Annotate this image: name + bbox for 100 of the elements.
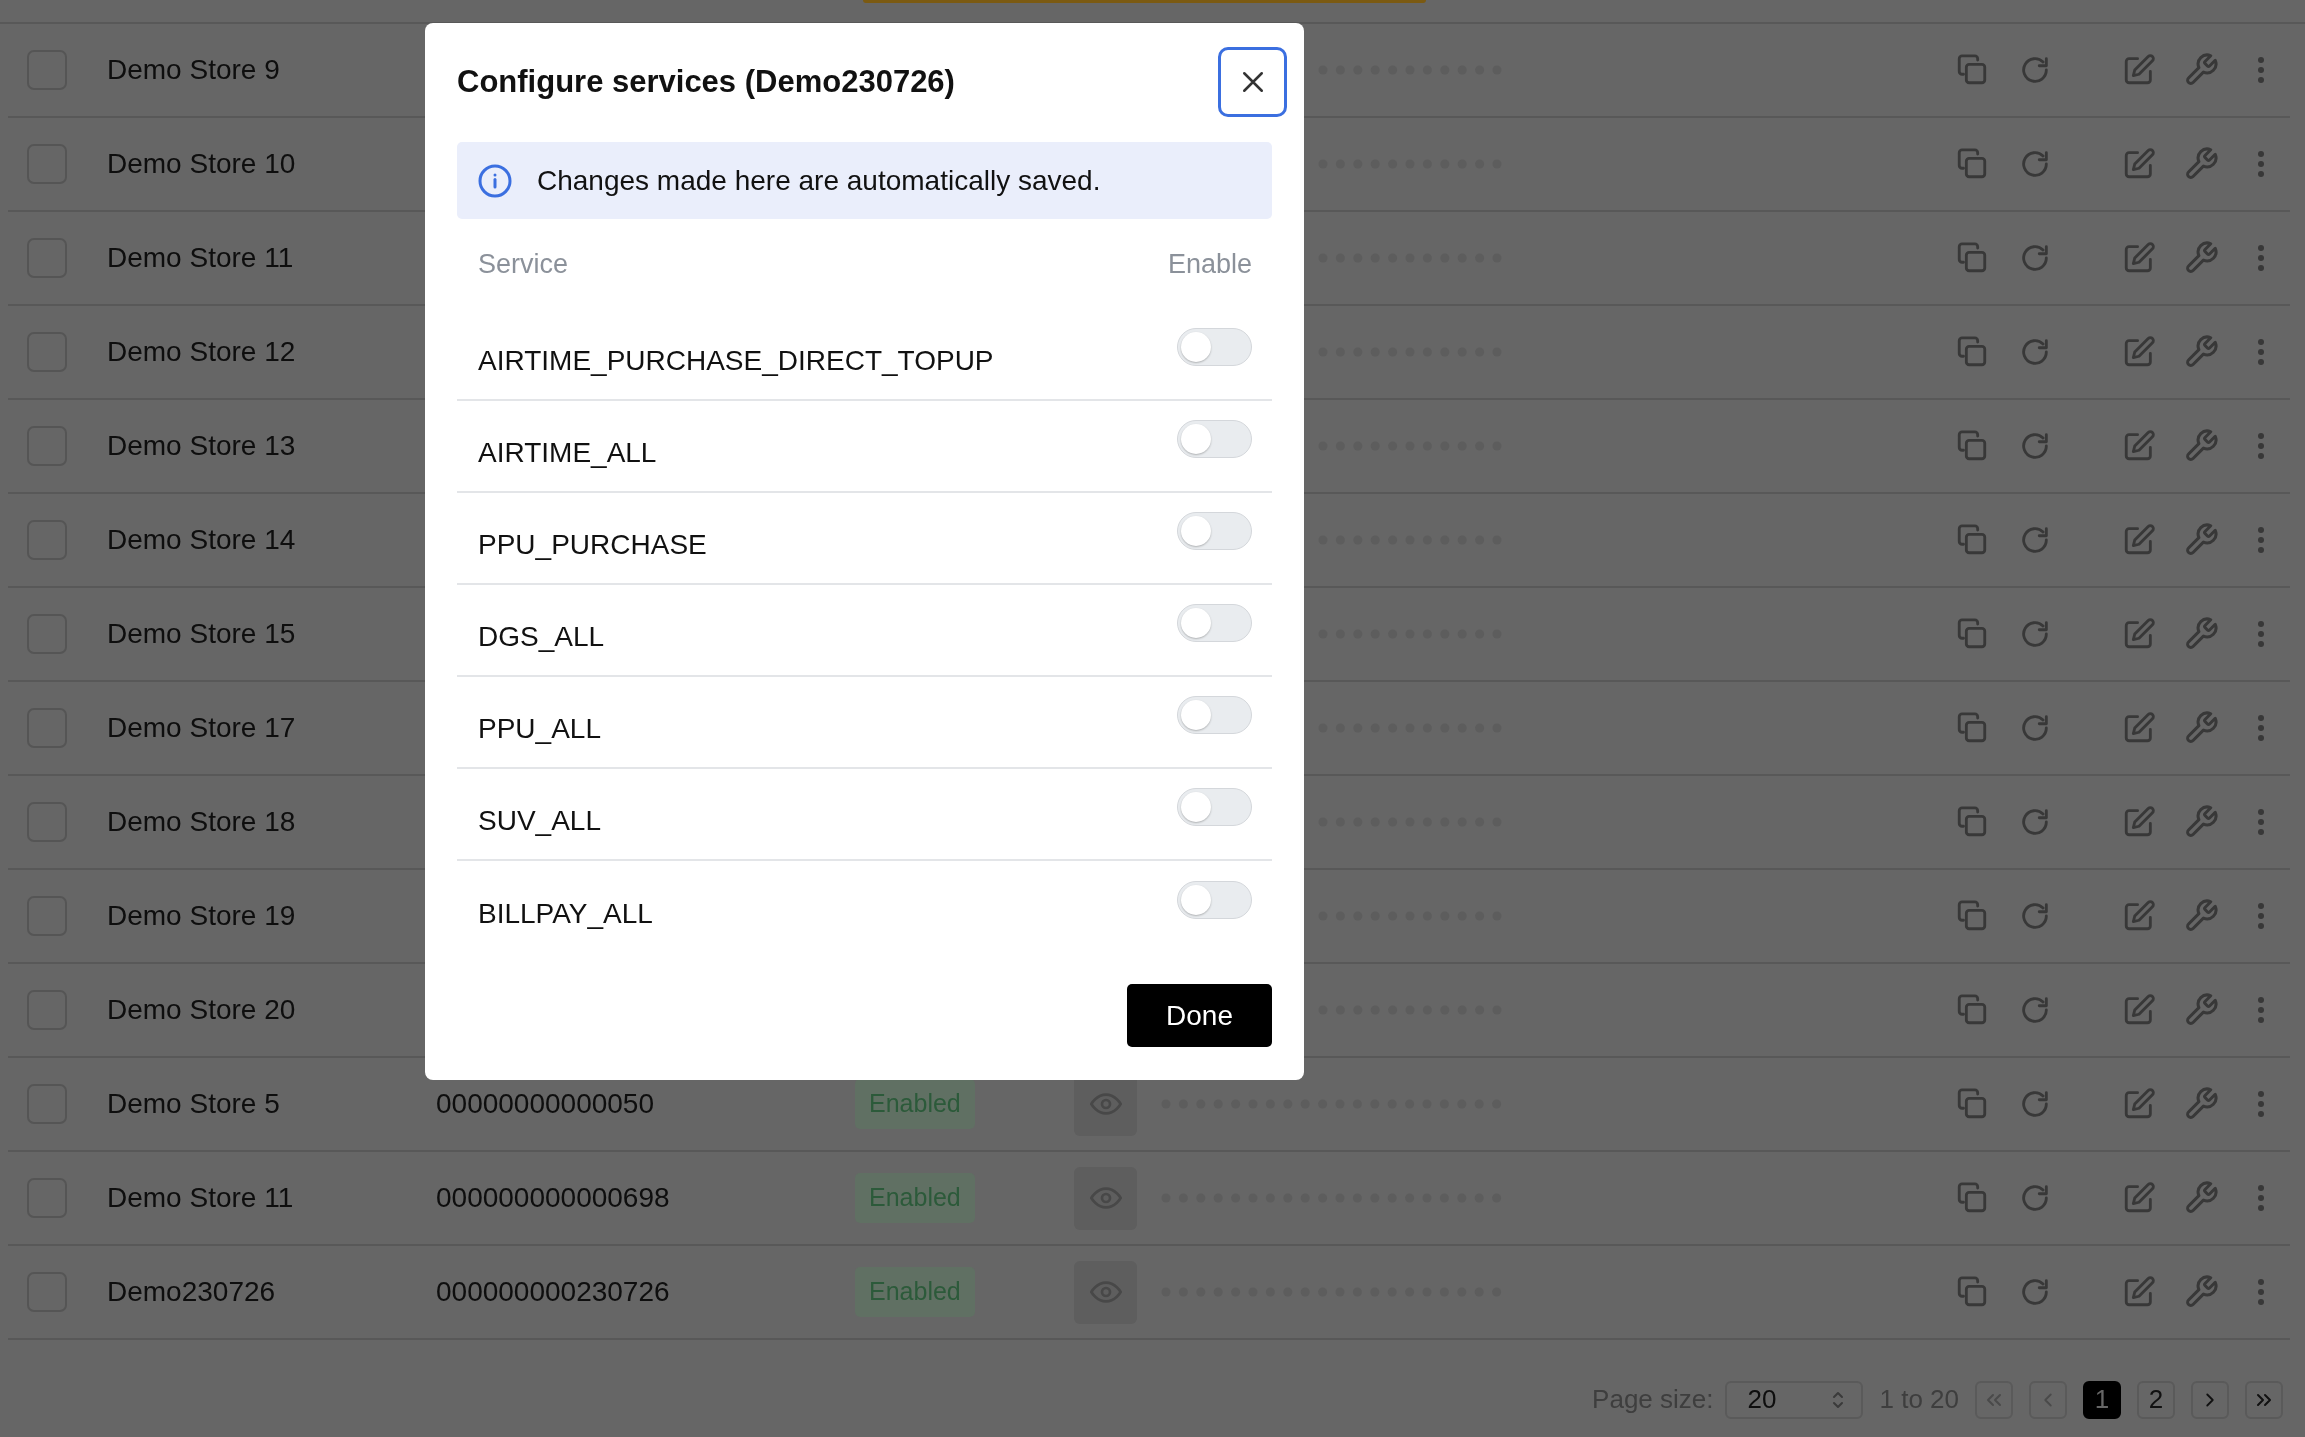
edit-icon[interactable]: [2122, 1087, 2156, 1121]
store-name: Demo Store 5: [107, 1087, 281, 1121]
more-icon[interactable]: [2257, 808, 2265, 836]
more-icon[interactable]: [2257, 150, 2265, 178]
copy-icon[interactable]: [1955, 1275, 1989, 1309]
wrench-icon[interactable]: [2183, 1274, 2219, 1310]
previous-page-button[interactable]: [2029, 1380, 2067, 1419]
wrench-icon[interactable]: [2183, 522, 2219, 558]
more-icon[interactable]: [2257, 526, 2265, 554]
copy-icon[interactable]: [1955, 1181, 1989, 1215]
edit-icon[interactable]: [2122, 899, 2156, 933]
info-icon: [477, 162, 513, 199]
more-icon[interactable]: [2257, 1184, 2265, 1212]
edit-icon[interactable]: [2122, 147, 2156, 181]
modal-title: Configure services (Demo230726): [457, 63, 955, 101]
enable-toggle[interactable]: [1177, 420, 1252, 458]
wrench-icon[interactable]: [2183, 240, 2219, 276]
service-name: SUV_ALL: [478, 804, 601, 838]
store-name: Demo Store 15: [107, 617, 297, 651]
store-name: Demo Store 10: [107, 147, 297, 181]
wrench-icon[interactable]: [2183, 1180, 2219, 1216]
store-name: Demo Store 20: [107, 993, 297, 1027]
enable-toggle[interactable]: [1177, 604, 1252, 642]
wrench-icon[interactable]: [2183, 710, 2219, 746]
enable-toggle[interactable]: [1177, 881, 1252, 919]
copy-icon[interactable]: [1955, 335, 1989, 369]
store-name: Demo Store 17: [107, 711, 297, 745]
copy-icon[interactable]: [1955, 241, 1989, 275]
edit-icon[interactable]: [2122, 1181, 2156, 1215]
enable-toggle[interactable]: [1177, 788, 1252, 826]
enable-toggle[interactable]: [1177, 512, 1252, 550]
store-name: Demo Store 19: [107, 899, 297, 933]
wrench-icon[interactable]: [2183, 898, 2219, 934]
wrench-icon[interactable]: [2183, 146, 2219, 182]
more-icon[interactable]: [2257, 1278, 2265, 1306]
wrench-icon[interactable]: [2183, 428, 2219, 464]
wrench-icon[interactable]: [2183, 334, 2219, 370]
copy-icon[interactable]: [1955, 523, 1989, 557]
info-text: Changes made here are automatically saved.: [537, 163, 1101, 198]
more-icon[interactable]: [2257, 432, 2265, 460]
edit-icon[interactable]: [2122, 335, 2156, 369]
copy-icon[interactable]: [1955, 429, 1989, 463]
store-id: 000000000230726: [436, 1276, 670, 1307]
more-icon[interactable]: [2257, 56, 2265, 84]
service-name: AIRTIME_PURCHASE_DIRECT_TOPUP: [478, 344, 994, 378]
enable-toggle[interactable]: [1177, 328, 1252, 366]
copy-icon[interactable]: [1955, 805, 1989, 839]
next-page-button[interactable]: [2191, 1380, 2229, 1419]
edit-icon[interactable]: [2122, 241, 2156, 275]
more-icon[interactable]: [2257, 1090, 2265, 1118]
service-name: PPU_PURCHASE: [478, 528, 707, 562]
service-name: BILLPAY_ALL: [478, 897, 653, 931]
wrench-icon[interactable]: [2183, 804, 2219, 840]
edit-icon[interactable]: [2122, 523, 2156, 557]
edit-icon[interactable]: [2122, 53, 2156, 87]
store-name: Demo Store 18: [107, 805, 297, 839]
wrench-icon[interactable]: [2183, 616, 2219, 652]
store-name: Demo Store 11: [107, 1181, 295, 1215]
copy-icon[interactable]: [1955, 899, 1989, 933]
page-size-select[interactable]: 20: [1725, 1380, 1864, 1419]
column-header: Service: [478, 247, 569, 281]
last-page-button[interactable]: [2245, 1380, 2283, 1419]
more-icon[interactable]: [2257, 996, 2265, 1024]
copy-icon[interactable]: [1955, 617, 1989, 651]
store-name: Demo Store 12: [107, 335, 297, 369]
service-name: DGS_ALL: [478, 620, 605, 654]
enable-toggle[interactable]: [1177, 696, 1252, 734]
copy-icon[interactable]: [1955, 147, 1989, 181]
store-id: 000000000000698: [436, 1182, 670, 1213]
page-button[interactable]: 2: [2137, 1380, 2175, 1419]
service-name: PPU_ALL: [478, 712, 601, 746]
column-header: Enable: [1167, 247, 1252, 281]
edit-icon[interactable]: [2122, 617, 2156, 651]
wrench-icon[interactable]: [2183, 1086, 2219, 1122]
more-icon[interactable]: [2257, 902, 2265, 930]
more-icon[interactable]: [2257, 244, 2265, 272]
service-name: AIRTIME_ALL: [478, 436, 657, 470]
first-page-button[interactable]: [1975, 1380, 2013, 1419]
edit-icon[interactable]: [2122, 711, 2156, 745]
wrench-icon[interactable]: [2183, 52, 2219, 88]
edit-icon[interactable]: [2122, 429, 2156, 463]
store-name: Demo Store 13: [107, 429, 297, 463]
more-icon[interactable]: [2257, 338, 2265, 366]
store-name: Demo Store 14: [107, 523, 297, 557]
copy-icon[interactable]: [1955, 1087, 1989, 1121]
close-button[interactable]: [1218, 47, 1287, 117]
wrench-icon[interactable]: [2183, 992, 2219, 1028]
copy-icon[interactable]: [1955, 53, 1989, 87]
edit-icon[interactable]: [2122, 805, 2156, 839]
copy-icon[interactable]: [1955, 711, 1989, 745]
edit-icon[interactable]: [2122, 1275, 2156, 1309]
edit-icon[interactable]: [2122, 993, 2156, 1027]
store-name: Demo Store 9: [107, 53, 281, 87]
copy-icon[interactable]: [1955, 993, 1989, 1027]
done-button[interactable]: Done: [1127, 984, 1272, 1047]
store-name: Demo Store 11: [107, 241, 295, 275]
page-button[interactable]: 1: [2083, 1380, 2121, 1419]
more-icon[interactable]: [2257, 714, 2265, 742]
more-icon[interactable]: [2257, 620, 2265, 648]
store-name: Demo230726: [107, 1275, 277, 1309]
